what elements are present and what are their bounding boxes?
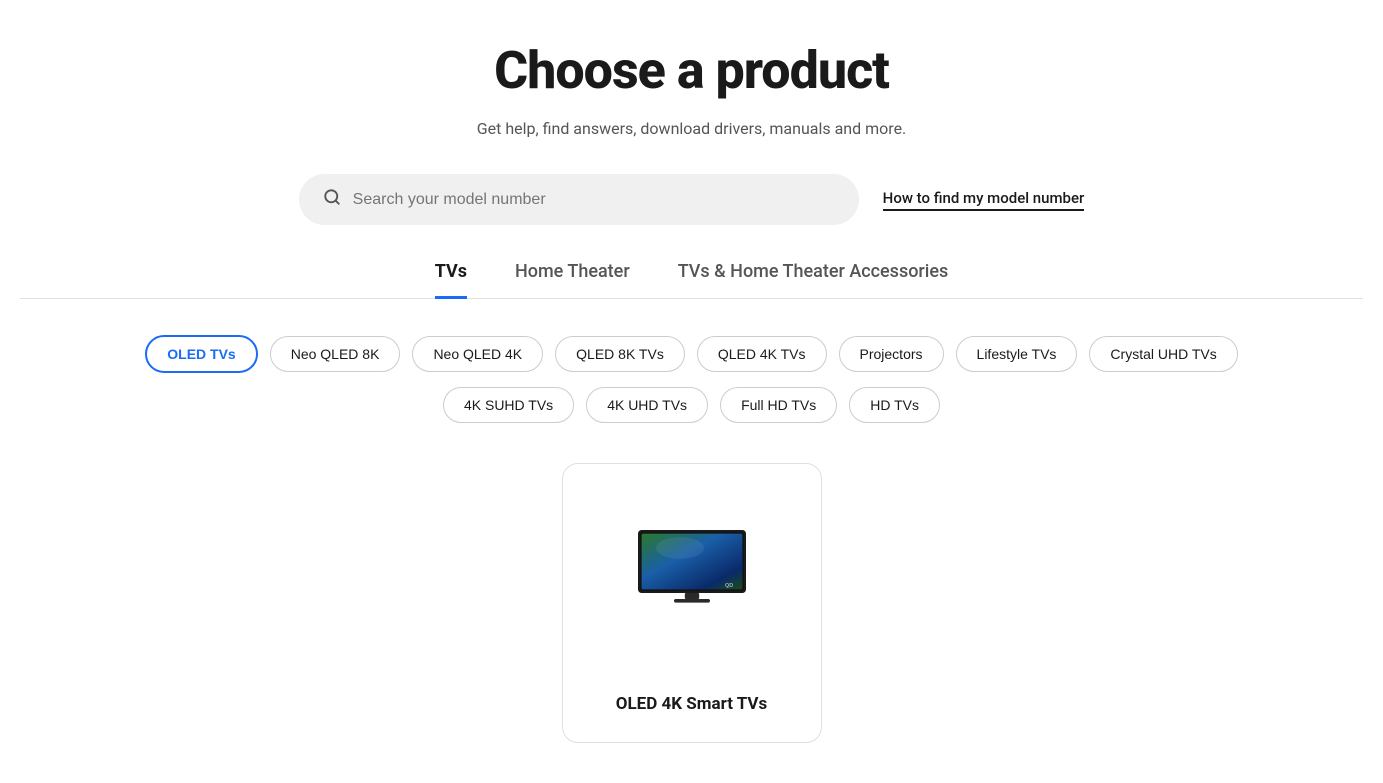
filter-neo-qled-8k[interactable]: Neo QLED 8K <box>270 336 401 372</box>
search-box <box>299 174 859 225</box>
tab-tvs[interactable]: TVs <box>435 261 467 299</box>
tab-accessories[interactable]: TVs & Home Theater Accessories <box>678 261 949 299</box>
product-name: OLED 4K Smart TVs <box>616 694 768 714</box>
search-icon <box>323 188 341 211</box>
filter-full-hd[interactable]: Full HD TVs <box>720 387 837 423</box>
filter-row-2: 4K SUHD TVs 4K UHD TVs Full HD TVs HD TV… <box>20 387 1363 423</box>
filter-oled-tvs[interactable]: OLED TVs <box>145 335 257 373</box>
svg-text:QD: QD <box>725 583 733 589</box>
filter-hd-tvs[interactable]: HD TVs <box>849 387 940 423</box>
search-input[interactable] <box>353 191 835 209</box>
filter-4k-uhd[interactable]: 4K UHD TVs <box>586 387 708 423</box>
tab-home-theater[interactable]: Home Theater <box>515 261 630 299</box>
find-model-link[interactable]: How to find my model number <box>883 189 1085 211</box>
filter-crystal-uhd[interactable]: Crystal UHD TVs <box>1089 336 1237 372</box>
search-row: How to find my model number <box>20 174 1363 225</box>
filter-qled-8k[interactable]: QLED 8K TVs <box>555 336 685 372</box>
filter-lifestyle[interactable]: Lifestyle TVs <box>956 336 1078 372</box>
filter-neo-qled-4k[interactable]: Neo QLED 4K <box>412 336 543 372</box>
tabs-row: TVs Home Theater TVs & Home Theater Acce… <box>20 261 1363 299</box>
filter-qled-4k[interactable]: QLED 4K TVs <box>697 336 827 372</box>
page-container: Choose a product Get help, find answers,… <box>0 0 1383 783</box>
product-grid: QD OLED 4K Smart TVs <box>20 463 1363 743</box>
filter-projectors[interactable]: Projectors <box>839 336 944 372</box>
product-card-oled-4k[interactable]: QD OLED 4K Smart TVs <box>562 463 822 743</box>
tv-illustration: QD <box>632 527 752 605</box>
page-title: Choose a product <box>20 40 1363 101</box>
product-image-area: QD <box>587 496 797 636</box>
filter-4k-suhd[interactable]: 4K SUHD TVs <box>443 387 574 423</box>
filter-row-1: OLED TVs Neo QLED 8K Neo QLED 4K QLED 8K… <box>20 335 1363 373</box>
page-subtitle: Get help, find answers, download drivers… <box>20 119 1363 138</box>
